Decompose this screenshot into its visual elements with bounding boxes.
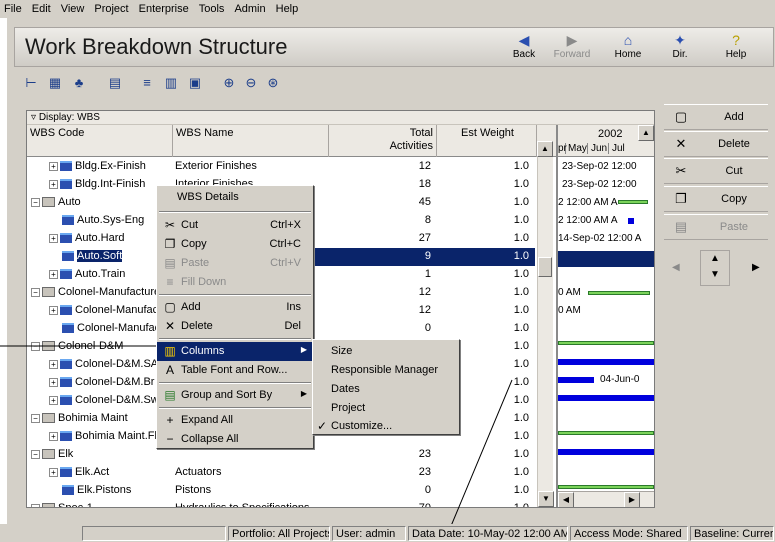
status-user: User: admin [332,526,406,541]
status-bar: Portfolio: All Projects User: admin Data… [0,524,775,542]
annotation-lines [0,345,513,539]
status-access-mode: Access Mode: Shared [570,526,688,541]
status-baseline: Baseline: Currer [690,526,774,541]
annotation-line [445,379,513,539]
status-portfolio: Portfolio: All Projects [228,526,330,541]
status-data-date: Data Date: 10-May-02 12:00 AM [408,526,568,541]
status-empty [82,526,226,541]
